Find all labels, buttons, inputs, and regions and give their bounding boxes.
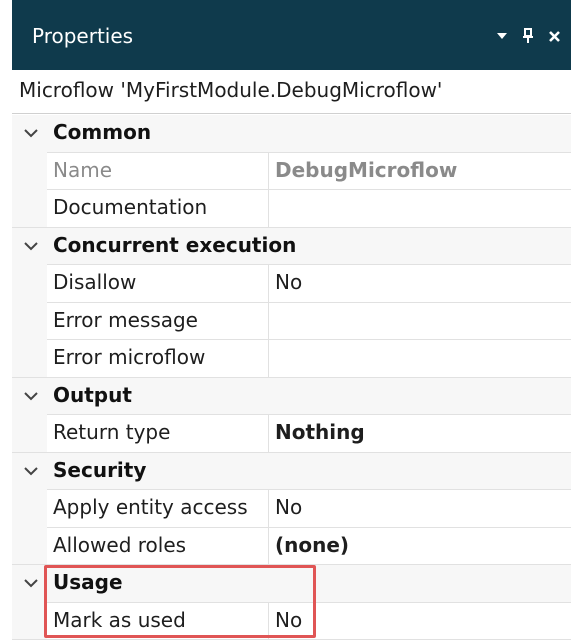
row-gutter [12, 264, 47, 302]
row-gutter [12, 601, 47, 639]
row-gutter [12, 151, 47, 189]
dropdown-arrow-icon[interactable] [489, 24, 515, 48]
properties-titlebar: Properties [12, 0, 571, 70]
category-label: Concurrent execution [53, 232, 297, 257]
property-label: Name [53, 157, 113, 182]
property-row-error-microflow[interactable]: Error microflow [12, 339, 571, 378]
property-label: Apply entity access [53, 495, 248, 519]
category-output[interactable]: Output [12, 377, 571, 415]
property-value[interactable]: (none) [275, 533, 349, 557]
chevron-down-icon[interactable] [22, 124, 40, 142]
property-label: Return type [53, 420, 171, 444]
chevron-down-icon[interactable] [22, 574, 40, 592]
row-gutter [12, 339, 47, 377]
selected-object-name: Microflow 'MyFirstModule.DebugMicroflow' [19, 78, 443, 102]
column-divider [268, 415, 269, 452]
property-row-return-type[interactable]: Return type Nothing [12, 414, 571, 453]
category-usage[interactable]: Usage [12, 565, 571, 603]
property-row-allowed-roles[interactable]: Allowed roles (none) [12, 526, 571, 565]
column-divider [268, 527, 269, 564]
column-divider [268, 152, 269, 189]
column-divider [268, 190, 269, 227]
category-label: Common [53, 120, 152, 144]
property-value[interactable]: No [275, 495, 302, 519]
column-divider [268, 490, 269, 527]
property-label: Disallow [53, 270, 137, 294]
property-row-disallow[interactable]: Disallow No [12, 264, 571, 303]
property-value[interactable]: Nothing [275, 420, 365, 444]
property-row-name[interactable]: Name DebugMicroflow [12, 151, 571, 190]
property-label: Error message [53, 307, 198, 332]
property-label: Allowed roles [53, 532, 187, 557]
property-grid: Common Name DebugMicroflow Documentation… [12, 115, 571, 640]
row-gutter [12, 414, 47, 452]
property-row-apply-entity-access[interactable]: Apply entity access No [12, 489, 571, 528]
category-security[interactable]: Security [12, 452, 571, 490]
property-value[interactable]: No [275, 608, 302, 632]
row-gutter [12, 301, 47, 339]
category-label: Security [53, 457, 147, 482]
chevron-down-icon[interactable] [22, 462, 40, 480]
row-gutter [12, 189, 47, 227]
category-label: Usage [53, 570, 123, 594]
property-label: Mark as used [53, 607, 186, 632]
selected-object-header: Microflow 'MyFirstModule.DebugMicroflow' [12, 70, 571, 114]
property-value[interactable]: No [275, 270, 302, 294]
close-icon[interactable] [541, 24, 567, 48]
column-divider [268, 340, 269, 377]
panel-title: Properties [32, 24, 134, 48]
property-label: Documentation [53, 195, 208, 219]
row-gutter [12, 489, 47, 527]
chevron-down-icon[interactable] [22, 387, 40, 405]
titlebar-icons [489, 24, 567, 48]
property-label: Error microflow [53, 345, 206, 369]
property-row-mark-as-used[interactable]: Mark as used No [12, 601, 571, 640]
category-label: Output [53, 382, 132, 407]
property-row-documentation[interactable]: Documentation [12, 189, 571, 228]
category-concurrent-execution[interactable]: Concurrent execution [12, 227, 571, 265]
chevron-down-icon[interactable] [22, 237, 40, 255]
row-gutter [12, 526, 47, 564]
column-divider [268, 265, 269, 302]
column-divider [268, 302, 269, 339]
property-row-error-message[interactable]: Error message [12, 301, 571, 340]
property-value: DebugMicroflow [275, 157, 458, 182]
column-divider [268, 602, 269, 639]
category-common[interactable]: Common [12, 115, 571, 153]
pin-icon[interactable] [515, 24, 541, 48]
